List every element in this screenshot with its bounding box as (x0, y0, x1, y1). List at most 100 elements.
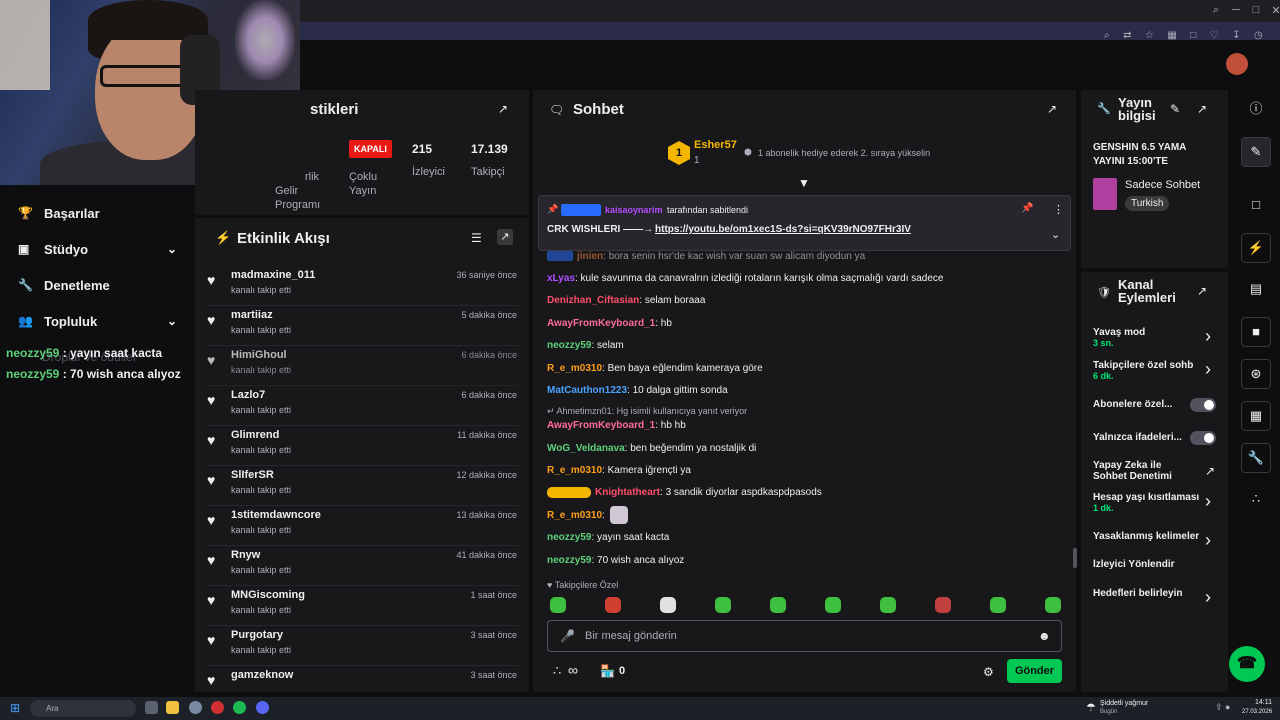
emote-button[interactable] (935, 597, 951, 613)
opera-icon[interactable] (211, 701, 224, 714)
chat-message[interactable]: neozzy59: yayın saat kacta (547, 532, 669, 543)
channel-action-item[interactable]: Yapay Zeka ile Sohbet Denetimi (1093, 460, 1193, 482)
chat-message[interactable]: WoG_Veldanava: ben beğendim ya nostaljik… (547, 443, 756, 454)
chat-username[interactable]: WoG_Veldanava (547, 443, 625, 454)
channel-action-item[interactable]: Takipçilere özel sohb 6 dk. (1093, 360, 1201, 382)
chat-message[interactable]: jinien: bora senin hsr'de kac wish var s… (547, 251, 865, 262)
lightning-icon[interactable]: ⚡ (1241, 233, 1271, 263)
channel-action-item[interactable]: Hedefleri belirleyin (1093, 588, 1201, 599)
pin-icon[interactable]: 📌 (1021, 203, 1033, 214)
chevron-down-icon[interactable]: ⌄ (167, 314, 177, 328)
gear-icon[interactable]: ⚙ (983, 665, 994, 679)
share-icon[interactable]: ∴ (1241, 485, 1271, 515)
app-icon[interactable] (189, 701, 202, 714)
filter-icon[interactable]: ☰ (471, 231, 482, 245)
feed-row[interactable]: ♥ Lazlo7 kanalı takip etti 6 dakika önce (207, 386, 519, 426)
emote-button[interactable] (1045, 597, 1061, 613)
feed-user[interactable]: HimiGhoul (231, 349, 287, 361)
channel-action-item[interactable]: Yalnızca ifadeleri... (1093, 432, 1189, 443)
broadcast-icon[interactable]: ⊛ (1241, 359, 1271, 389)
chat-username[interactable]: MatCauthon1223 (547, 385, 627, 396)
wrench-icon[interactable]: 🔧 (1241, 443, 1271, 473)
feed-user[interactable]: MNGiscoming (231, 589, 305, 601)
feed-row[interactable]: ♥ Purgotary kanalı takip etti 3 saat önce (207, 626, 519, 666)
popout-icon[interactable]: ↗ (1047, 102, 1057, 116)
leaderboard-name[interactable]: Esher57 (694, 139, 737, 151)
feed-row[interactable]: ♥ MNGiscoming kanalı takip etti 1 saat önce (207, 586, 519, 626)
chevron-right-icon[interactable]: › (1205, 588, 1211, 606)
chat-message[interactable]: Denizhan_Ciftasian: selam boraaa (547, 295, 705, 306)
chat-message[interactable]: AwayFromKeyboard_1: hb hb (547, 420, 686, 431)
focus-icon[interactable]: □ (1241, 191, 1271, 221)
task-view-icon[interactable] (145, 701, 158, 714)
nav-item-moderation[interactable]: 🔧 Denetleme (0, 267, 195, 303)
feed-row[interactable]: ♥ Glimrend kanalı takip etti 11 dakika önce (207, 426, 519, 466)
chat-username[interactable]: R_e_m0310 (547, 465, 602, 476)
chat-username[interactable]: Denizhan_Ciftasian (547, 295, 639, 306)
close-button[interactable]: ✕ (1268, 4, 1280, 17)
feed-user[interactable]: madmaxine_011 (231, 269, 315, 281)
chat-scrollbar[interactable] (1073, 548, 1077, 568)
edit-icon[interactable]: ✎ (1170, 102, 1180, 116)
pinned-link[interactable]: https://youtu.be/om1xec1S-ds?si=qKV39rNO… (655, 224, 911, 235)
feed-row[interactable]: ♥ madmaxine_011 kanalı takip etti 36 saniye… (207, 266, 519, 306)
microphone-icon[interactable]: 🎤 (560, 629, 575, 643)
feed-user[interactable]: 1stitemdawncore (231, 509, 321, 521)
emote-button[interactable] (825, 597, 841, 613)
emoji-icon[interactable]: ☻ (1038, 629, 1051, 643)
toggle-switch[interactable] (1190, 431, 1216, 445)
popout-icon[interactable]: ↗ (1197, 102, 1207, 116)
clock-time[interactable]: 14:11 (1255, 699, 1272, 706)
popout-icon[interactable]: ↗ (497, 229, 513, 245)
explorer-icon[interactable] (166, 701, 179, 714)
channel-action-item[interactable]: İzleyici Yönlendir (1093, 559, 1201, 570)
chat-username[interactable]: R_e_m0310 (547, 510, 602, 521)
chat-username[interactable]: neozzy59 (547, 532, 591, 543)
emote-button[interactable] (770, 597, 786, 613)
chat-username[interactable]: jinien (577, 251, 603, 262)
chat-message[interactable]: R_e_m0310: (547, 510, 605, 521)
store-icon[interactable]: 🏪 (600, 664, 615, 678)
category-thumbnail[interactable] (1093, 178, 1117, 210)
feed-row[interactable]: ♥ SlIferSR kanalı takip etti 12 dakika önce (207, 466, 519, 506)
feed-row[interactable]: ♥ HimiGhoul kanalı takip etti 6 dakika önce (207, 346, 519, 386)
nav-item-studio[interactable]: ▣ Stüdyo ⌄ (0, 231, 195, 267)
chat-username[interactable]: Knightatheart (595, 487, 660, 498)
chat-message[interactable]: neozzy59: 70 wish anca alıyoz (547, 555, 684, 566)
feed-user[interactable]: martiiaz (231, 309, 273, 321)
feed-user[interactable]: SlIferSR (231, 469, 274, 481)
chevron-right-icon[interactable]: › (1205, 531, 1211, 549)
emote-button[interactable] (990, 597, 1006, 613)
collapse-icon[interactable]: ▼ (798, 176, 810, 190)
support-button[interactable]: ☎ (1229, 646, 1265, 682)
start-icon[interactable]: ⊞ (10, 701, 20, 715)
pinned-message[interactable]: 📌 kaisaoynarim tarafından sabitlendi CRK… (538, 195, 1071, 251)
chat-message[interactable]: xLyas: kule savunma da canavralrın izled… (547, 273, 944, 284)
address-bar[interactable]: ⌕ ⇄ ☆ ▦ □ ♡ ↧ ◷ ⚙ AI (300, 22, 1280, 59)
chat-username[interactable]: xLyas (547, 273, 575, 284)
chat-message[interactable]: MatCauthon1223: 10 dalga gittim sonda (547, 385, 728, 396)
external-link-icon[interactable]: ↗ (1205, 464, 1215, 478)
layout-icon[interactable]: ▦ (1241, 401, 1271, 431)
chevron-down-icon[interactable]: ⌄ (167, 242, 177, 256)
chat-username[interactable]: AwayFromKeyboard_1 (547, 318, 655, 329)
feed-row[interactable]: ♥ martiiaz kanalı takip etti 5 dakika önce (207, 306, 519, 346)
feed-row[interactable]: ♥ 1stitemdawncore kanalı takip etti 13 daki… (207, 506, 519, 546)
chat-input[interactable]: 🎤 Bir mesaj gönderin ☻ (547, 620, 1062, 652)
emote-button[interactable] (605, 597, 621, 613)
channel-points-icon[interactable]: ∴ (553, 663, 561, 679)
channel-action-item[interactable]: Abonelere özel... (1093, 399, 1189, 410)
chat-bubble-icon[interactable]: ■ (1241, 317, 1271, 347)
feed-user[interactable]: Lazlo7 (231, 389, 265, 401)
emote-button[interactable] (550, 597, 566, 613)
chevron-right-icon[interactable]: › (1205, 360, 1211, 378)
emote-button[interactable] (660, 597, 676, 613)
tag-chip[interactable]: Turkish (1125, 196, 1170, 211)
toggle-switch[interactable] (1190, 398, 1216, 412)
weather-text[interactable]: Şiddetli yağmur (1100, 700, 1148, 707)
edit-icon[interactable]: ✎ (1241, 137, 1271, 167)
send-button[interactable]: Gönder (1007, 659, 1062, 683)
chat-username[interactable]: R_e_m0310 (547, 363, 602, 374)
chat-message[interactable]: R_e_m0310: Ben baya eğlendim kameraya gö… (547, 363, 763, 374)
chat-message[interactable]: Knightatheart: 3 sandik diyorlar aspdkas… (547, 487, 822, 498)
